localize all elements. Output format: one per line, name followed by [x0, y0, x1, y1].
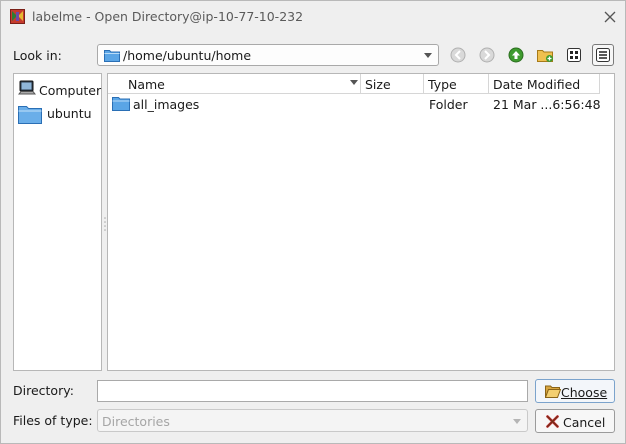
title-bar[interactable]: labelme - Open Directory@ip-10-77-10-232	[1, 1, 625, 32]
directory-label: Directory:	[13, 383, 74, 398]
row-type: Folder	[429, 97, 468, 112]
row-date-modified: 21 Mar ...6:56:48	[493, 97, 601, 112]
new-folder-button[interactable]	[534, 44, 556, 66]
folder-icon	[104, 48, 120, 65]
open-directory-dialog: labelme - Open Directory@ip-10-77-10-232…	[0, 0, 626, 444]
look-in-combobox[interactable]: /home/ubuntu/home	[97, 44, 439, 66]
directory-input[interactable]	[97, 380, 528, 402]
cancel-label: Cancel	[563, 415, 606, 430]
chevron-down-icon	[424, 53, 432, 58]
cancel-button[interactable]: Cancel	[535, 409, 615, 433]
chevron-down-icon	[513, 419, 521, 424]
file-list: Name Size Type Date Modified all_images …	[107, 73, 615, 371]
forward-arrow-icon	[479, 47, 495, 63]
labelme-app-icon	[10, 9, 25, 24]
files-of-type-combobox[interactable]: Directories	[97, 409, 528, 432]
sidebar-item-label: ubuntu	[47, 106, 92, 121]
sidebar-item-ubuntu[interactable]: ubuntu	[14, 102, 101, 126]
up-arrow-icon	[508, 47, 524, 63]
splitter-handle[interactable]	[104, 216, 106, 232]
column-header-date-modified[interactable]: Date Modified	[489, 74, 600, 94]
choose-button[interactable]: Choose	[535, 379, 615, 403]
folder-icon	[18, 104, 42, 127]
open-folder-icon	[544, 384, 562, 401]
sidebar-item-label: Computer	[39, 83, 102, 98]
look-in-path: /home/ubuntu/home	[123, 48, 252, 63]
cancel-x-icon	[546, 415, 559, 431]
choose-label: Choose	[561, 385, 608, 400]
computer-icon	[17, 79, 37, 100]
grid-view-icon	[567, 48, 581, 62]
window-title: labelme - Open Directory@ip-10-77-10-232	[32, 9, 304, 24]
new-folder-icon	[537, 50, 553, 62]
detail-view-button[interactable]	[592, 44, 614, 66]
back-button[interactable]	[447, 44, 469, 66]
column-header-name[interactable]: Name	[108, 74, 361, 94]
icon-view-button[interactable]	[563, 44, 585, 66]
files-of-type-label: Files of type:	[13, 413, 93, 428]
column-header-type[interactable]: Type	[424, 74, 489, 94]
back-arrow-icon	[450, 47, 466, 63]
list-view-icon	[596, 48, 610, 62]
forward-button[interactable]	[476, 44, 498, 66]
row-name: all_images	[133, 97, 200, 112]
look-in-label: Look in:	[13, 48, 62, 63]
sidebar-item-computer[interactable]: Computer	[14, 77, 101, 103]
table-row[interactable]: all_images Folder 21 Mar ...6:56:48	[108, 94, 614, 114]
parent-directory-button[interactable]	[505, 44, 527, 66]
files-of-type-value: Directories	[102, 414, 170, 429]
column-header-size[interactable]: Size	[361, 74, 424, 94]
close-icon[interactable]	[599, 6, 621, 28]
sort-descending-icon	[350, 80, 358, 85]
places-sidebar: Computer ubuntu	[13, 73, 102, 371]
folder-icon	[112, 96, 130, 114]
